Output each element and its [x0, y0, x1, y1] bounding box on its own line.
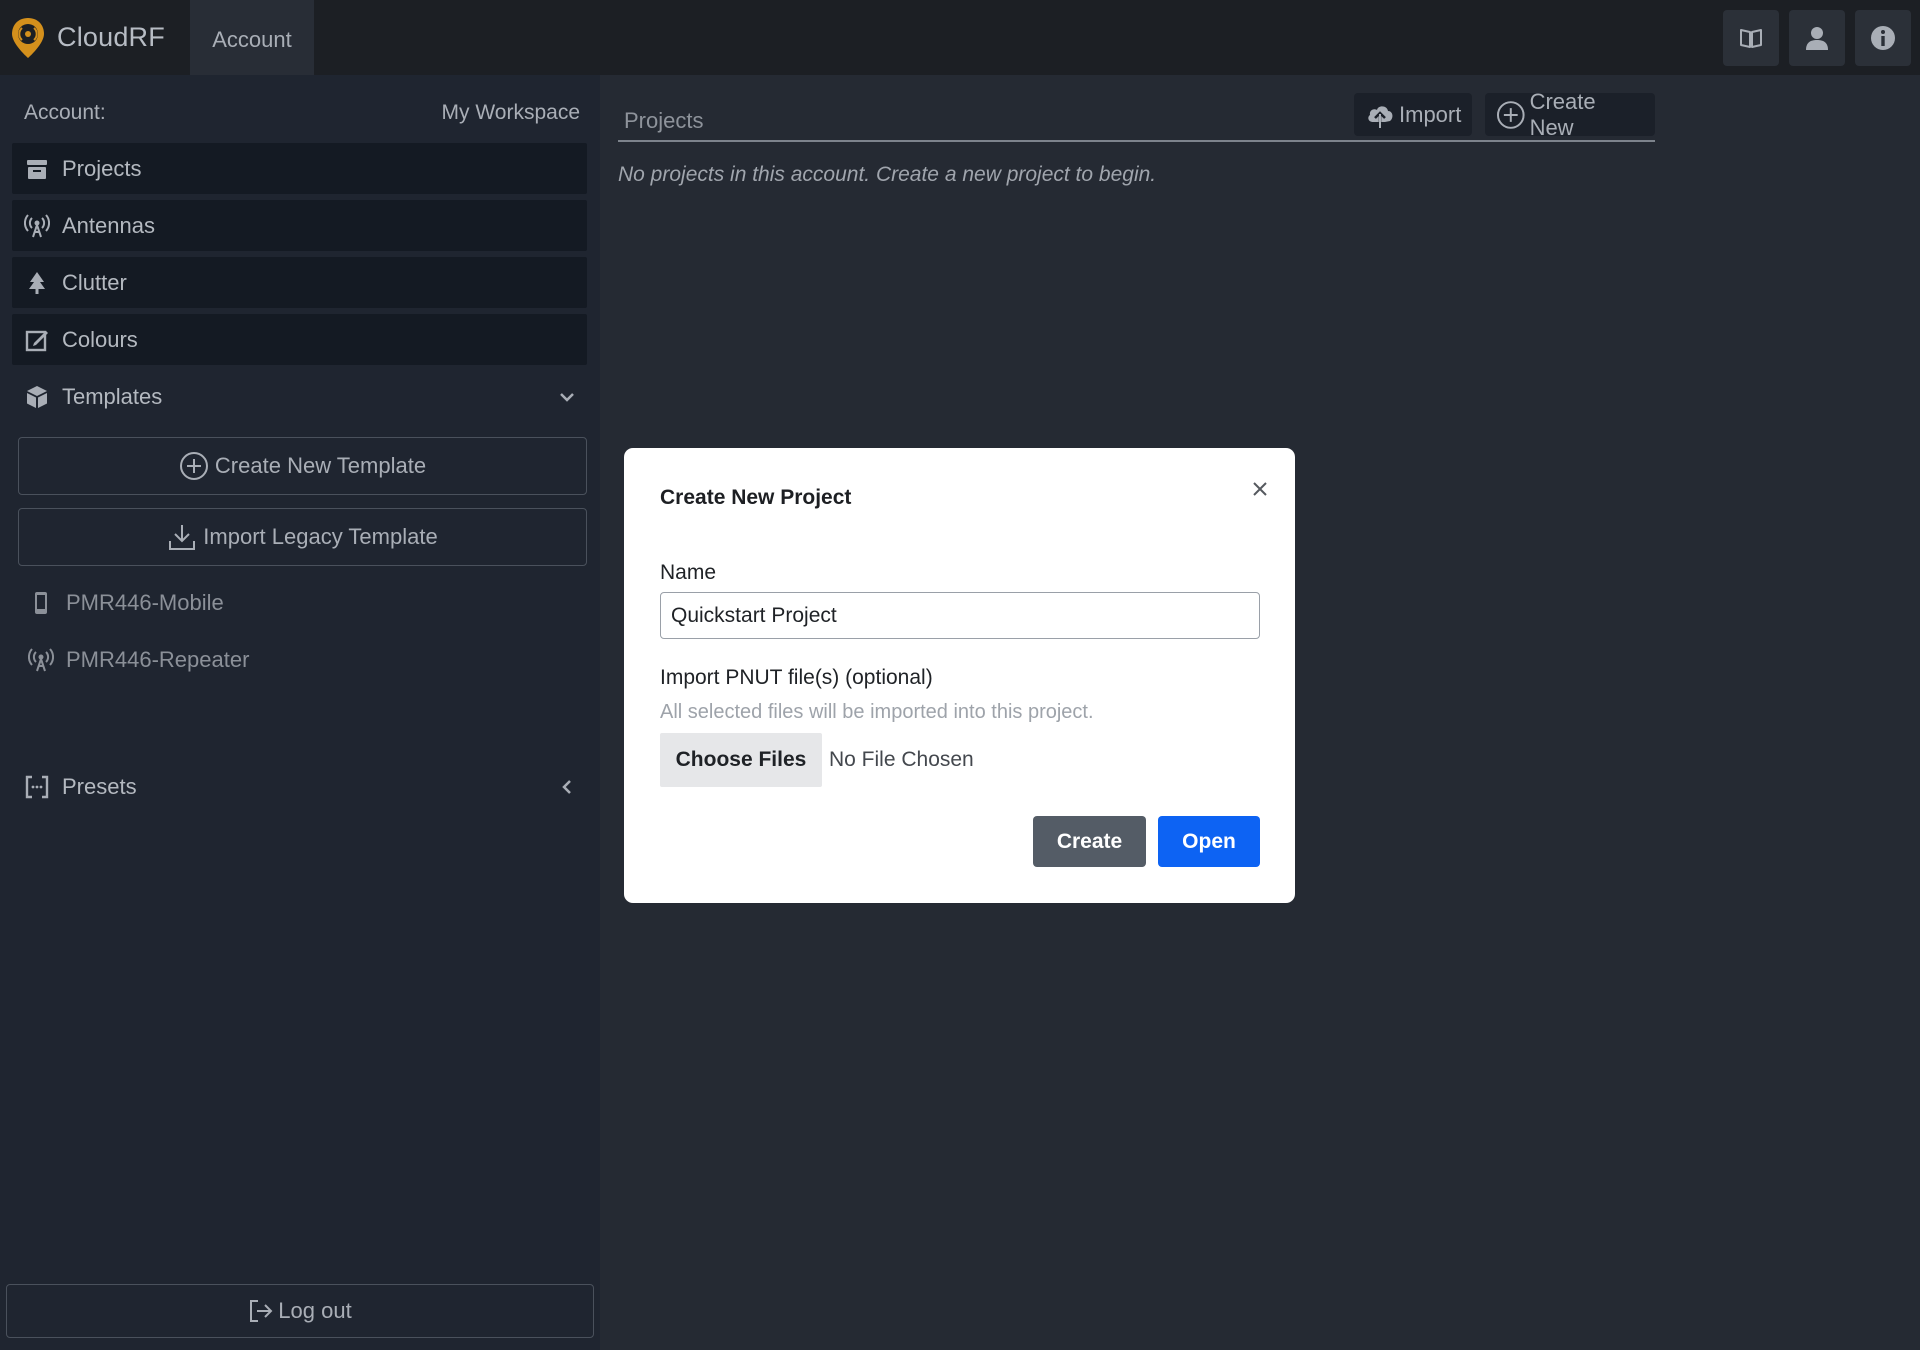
profile-button[interactable] [1789, 10, 1845, 66]
name-label: Name [660, 561, 717, 584]
sidebar-item-clutter[interactable]: Clutter [12, 257, 587, 308]
create-new-project-button[interactable]: Create New [1485, 89, 1655, 140]
open-button[interactable]: Open [1158, 816, 1260, 867]
chevron-left-icon [562, 780, 571, 794]
button-label: Import Legacy Template [203, 524, 438, 549]
sidebar-item-label: Presets [62, 774, 137, 799]
file-picker[interactable]: Choose Files No File Chosen [660, 733, 974, 787]
modal-title: Create New Project [660, 486, 852, 509]
docs-button[interactable] [1723, 10, 1779, 66]
import-button[interactable]: Import [1354, 93, 1473, 136]
sidebar-item-label: Colours [62, 326, 138, 352]
plus-circle-icon [179, 452, 208, 480]
project-name-input[interactable] [660, 592, 1260, 639]
empty-projects-message: No projects in this account. Create a ne… [618, 163, 1157, 186]
sidebar-item-antennas[interactable]: Antennas [12, 200, 587, 251]
info-icon [1871, 26, 1895, 50]
antenna-icon [24, 213, 50, 237]
tab-account[interactable]: Account [190, 0, 314, 75]
template-item-label: PMR446-Mobile [66, 590, 224, 615]
edit-icon [25, 330, 48, 351]
create-new-template-button[interactable]: Create New Template [18, 437, 587, 495]
choose-files-button[interactable]: Choose Files [660, 733, 822, 787]
brand[interactable]: CloudRF [0, 0, 190, 75]
sidebar: Account: My Workspace Projects Antennas … [0, 75, 600, 1350]
sidebar-item-presets[interactable]: Presets [12, 762, 587, 812]
cloud-upload-icon [1368, 105, 1393, 128]
button-label: Create New [1529, 88, 1596, 140]
plus-circle-icon [1496, 100, 1525, 129]
button-label: Log out [278, 1298, 352, 1323]
user-icon [1806, 27, 1828, 50]
chevron-down-icon [560, 393, 574, 402]
account-label: Account: [24, 101, 106, 124]
sidebar-item-label: Clutter [62, 269, 127, 295]
create-button[interactable]: Create [1033, 816, 1146, 867]
sidebar-item-templates[interactable]: Templates [12, 372, 587, 422]
workspace-selector[interactable]: My Workspace [442, 101, 580, 125]
button-label: Import [1399, 101, 1462, 127]
cloudrf-logo-icon [12, 17, 44, 58]
sidebar-item-colours[interactable]: Colours [12, 314, 587, 365]
antenna-icon [28, 648, 54, 672]
template-item-label: PMR446-Repeater [66, 647, 250, 672]
button-label: Create New Template [214, 453, 427, 478]
close-icon[interactable] [1249, 478, 1271, 500]
sidebar-item-label: Templates [62, 384, 163, 409]
logout-button[interactable]: Log out [6, 1284, 594, 1338]
import-pnut-label: Import PNUT file(s) (optional) [660, 666, 933, 689]
top-navbar: CloudRF Account [0, 0, 1920, 75]
sidebar-item-projects[interactable]: Projects [12, 143, 587, 194]
projects-header: Projects Import Create New [618, 89, 1655, 142]
sidebar-item-label: Antennas [62, 212, 155, 238]
cube-icon [27, 386, 47, 408]
sidebar-item-label: Projects [62, 155, 142, 181]
create-project-modal: Create New Project Name Import PNUT file… [624, 448, 1295, 903]
mobile-icon [35, 592, 47, 614]
account-row: Account: My Workspace [24, 101, 580, 125]
file-status: No File Chosen [829, 748, 974, 771]
archive-icon [27, 159, 47, 179]
download-icon [169, 525, 196, 550]
brand-name: CloudRF [57, 22, 165, 52]
book-icon [1740, 29, 1762, 48]
info-button[interactable] [1855, 10, 1911, 66]
import-hint: All selected files will be imported into… [660, 701, 1094, 723]
template-item-pmr446-repeater[interactable]: PMR446-Repeater [28, 640, 249, 680]
page-title: Projects [624, 108, 704, 133]
tree-icon [29, 271, 45, 294]
template-item-pmr446-mobile[interactable]: PMR446-Mobile [28, 583, 224, 623]
import-legacy-template-button[interactable]: Import Legacy Template [18, 508, 587, 566]
logout-icon [250, 1300, 273, 1322]
brackets-icon [25, 775, 49, 799]
